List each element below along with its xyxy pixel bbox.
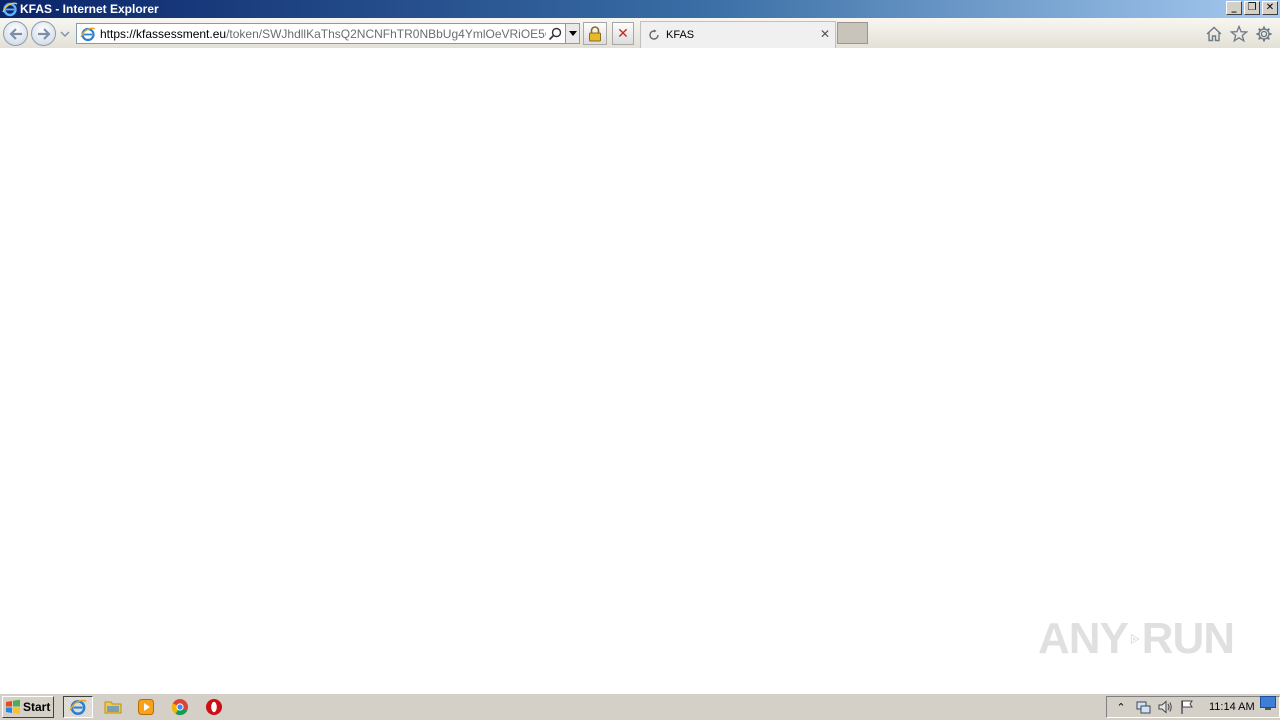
chevron-down-icon (568, 30, 577, 36)
tab-label: KFAS (666, 29, 695, 41)
forward-arrow-icon (37, 27, 51, 40)
home-icon[interactable] (1205, 25, 1223, 43)
security-lock-button[interactable] (583, 22, 607, 45)
taskbar: Start ⌃ 11:14 AM (0, 692, 1280, 720)
site-ie-icon (80, 27, 96, 41)
restore-icon: ❐ (1247, 2, 1257, 13)
settings-gear-icon[interactable] (1255, 25, 1273, 43)
taskbar-opera[interactable] (199, 696, 229, 718)
url-path: /token/SWJhdllKaThsQ2NCNFhTR0NBbUg4YmlOe… (226, 26, 546, 41)
address-bar[interactable]: https://kfassessment.eu/token/SWJhdllKaT… (76, 23, 580, 44)
page-content (0, 48, 1280, 692)
search-icon[interactable] (547, 26, 563, 42)
restore-button[interactable]: ❐ (1244, 1, 1260, 15)
minimize-button[interactable]: _ (1226, 1, 1242, 15)
opera-icon (206, 699, 222, 715)
taskbar-media-player[interactable] (131, 696, 161, 718)
action-center-flag-icon[interactable] (1179, 699, 1195, 715)
tab-close-icon[interactable]: ✕ (820, 27, 830, 41)
media-player-icon (138, 699, 154, 715)
play-logo-icon (1130, 633, 1140, 645)
url-text[interactable]: https://kfassessment.eu/token/SWJhdllKaT… (100, 27, 546, 41)
file-explorer-icon (104, 701, 122, 714)
new-tab-button[interactable] (837, 22, 868, 44)
minimize-icon: _ (1231, 2, 1237, 13)
anyrun-watermark: ANY RUN (1038, 608, 1235, 670)
lock-icon (589, 25, 601, 41)
watermark-text-left: ANY (1038, 614, 1129, 663)
clock[interactable]: 11:14 AM (1209, 701, 1255, 713)
loading-spinner-icon (649, 29, 659, 40)
close-icon: ✕ (1265, 2, 1275, 13)
network-icon[interactable] (1135, 699, 1151, 715)
show-hidden-icons-chevron-icon[interactable]: ⌃ (1113, 699, 1129, 715)
start-button[interactable]: Start (2, 696, 54, 718)
windows-logo-icon (6, 699, 20, 715)
close-button[interactable]: ✕ (1262, 1, 1278, 15)
show-desktop-icon[interactable] (1260, 696, 1276, 710)
url-domain: https://kfassessment.eu (100, 26, 227, 41)
navigation-bar: https://kfassessment.eu/token/SWJhdllKaT… (0, 18, 1280, 48)
tab-kfas[interactable]: KFAS ✕ (640, 21, 836, 48)
recent-pages-dropdown-icon[interactable] (60, 30, 70, 38)
system-tray: ⌃ 11:14 AM (1106, 696, 1280, 718)
chrome-icon (171, 699, 188, 716)
watermark-text-right: RUN (1141, 614, 1235, 663)
start-label: Start (23, 700, 51, 714)
stop-button[interactable]: ✕ (612, 22, 634, 45)
address-dropdown-button[interactable] (565, 24, 579, 43)
stop-icon: ✕ (617, 25, 629, 42)
favorites-star-icon[interactable] (1230, 25, 1248, 43)
internet-explorer-icon (2, 2, 18, 17)
forward-button[interactable] (31, 21, 56, 46)
back-button[interactable] (3, 21, 28, 46)
window-controls: _ ❐ ✕ (1226, 1, 1278, 15)
taskbar-file-explorer[interactable] (98, 696, 128, 718)
window-title: KFAS - Internet Explorer (20, 2, 159, 16)
title-bar: KFAS - Internet Explorer _ ❐ ✕ (0, 0, 1280, 18)
taskbar-chrome[interactable] (165, 696, 195, 718)
internet-explorer-icon (69, 699, 87, 715)
taskbar-internet-explorer[interactable] (63, 696, 93, 718)
back-arrow-icon (8, 27, 22, 40)
volume-icon[interactable] (1157, 699, 1173, 715)
